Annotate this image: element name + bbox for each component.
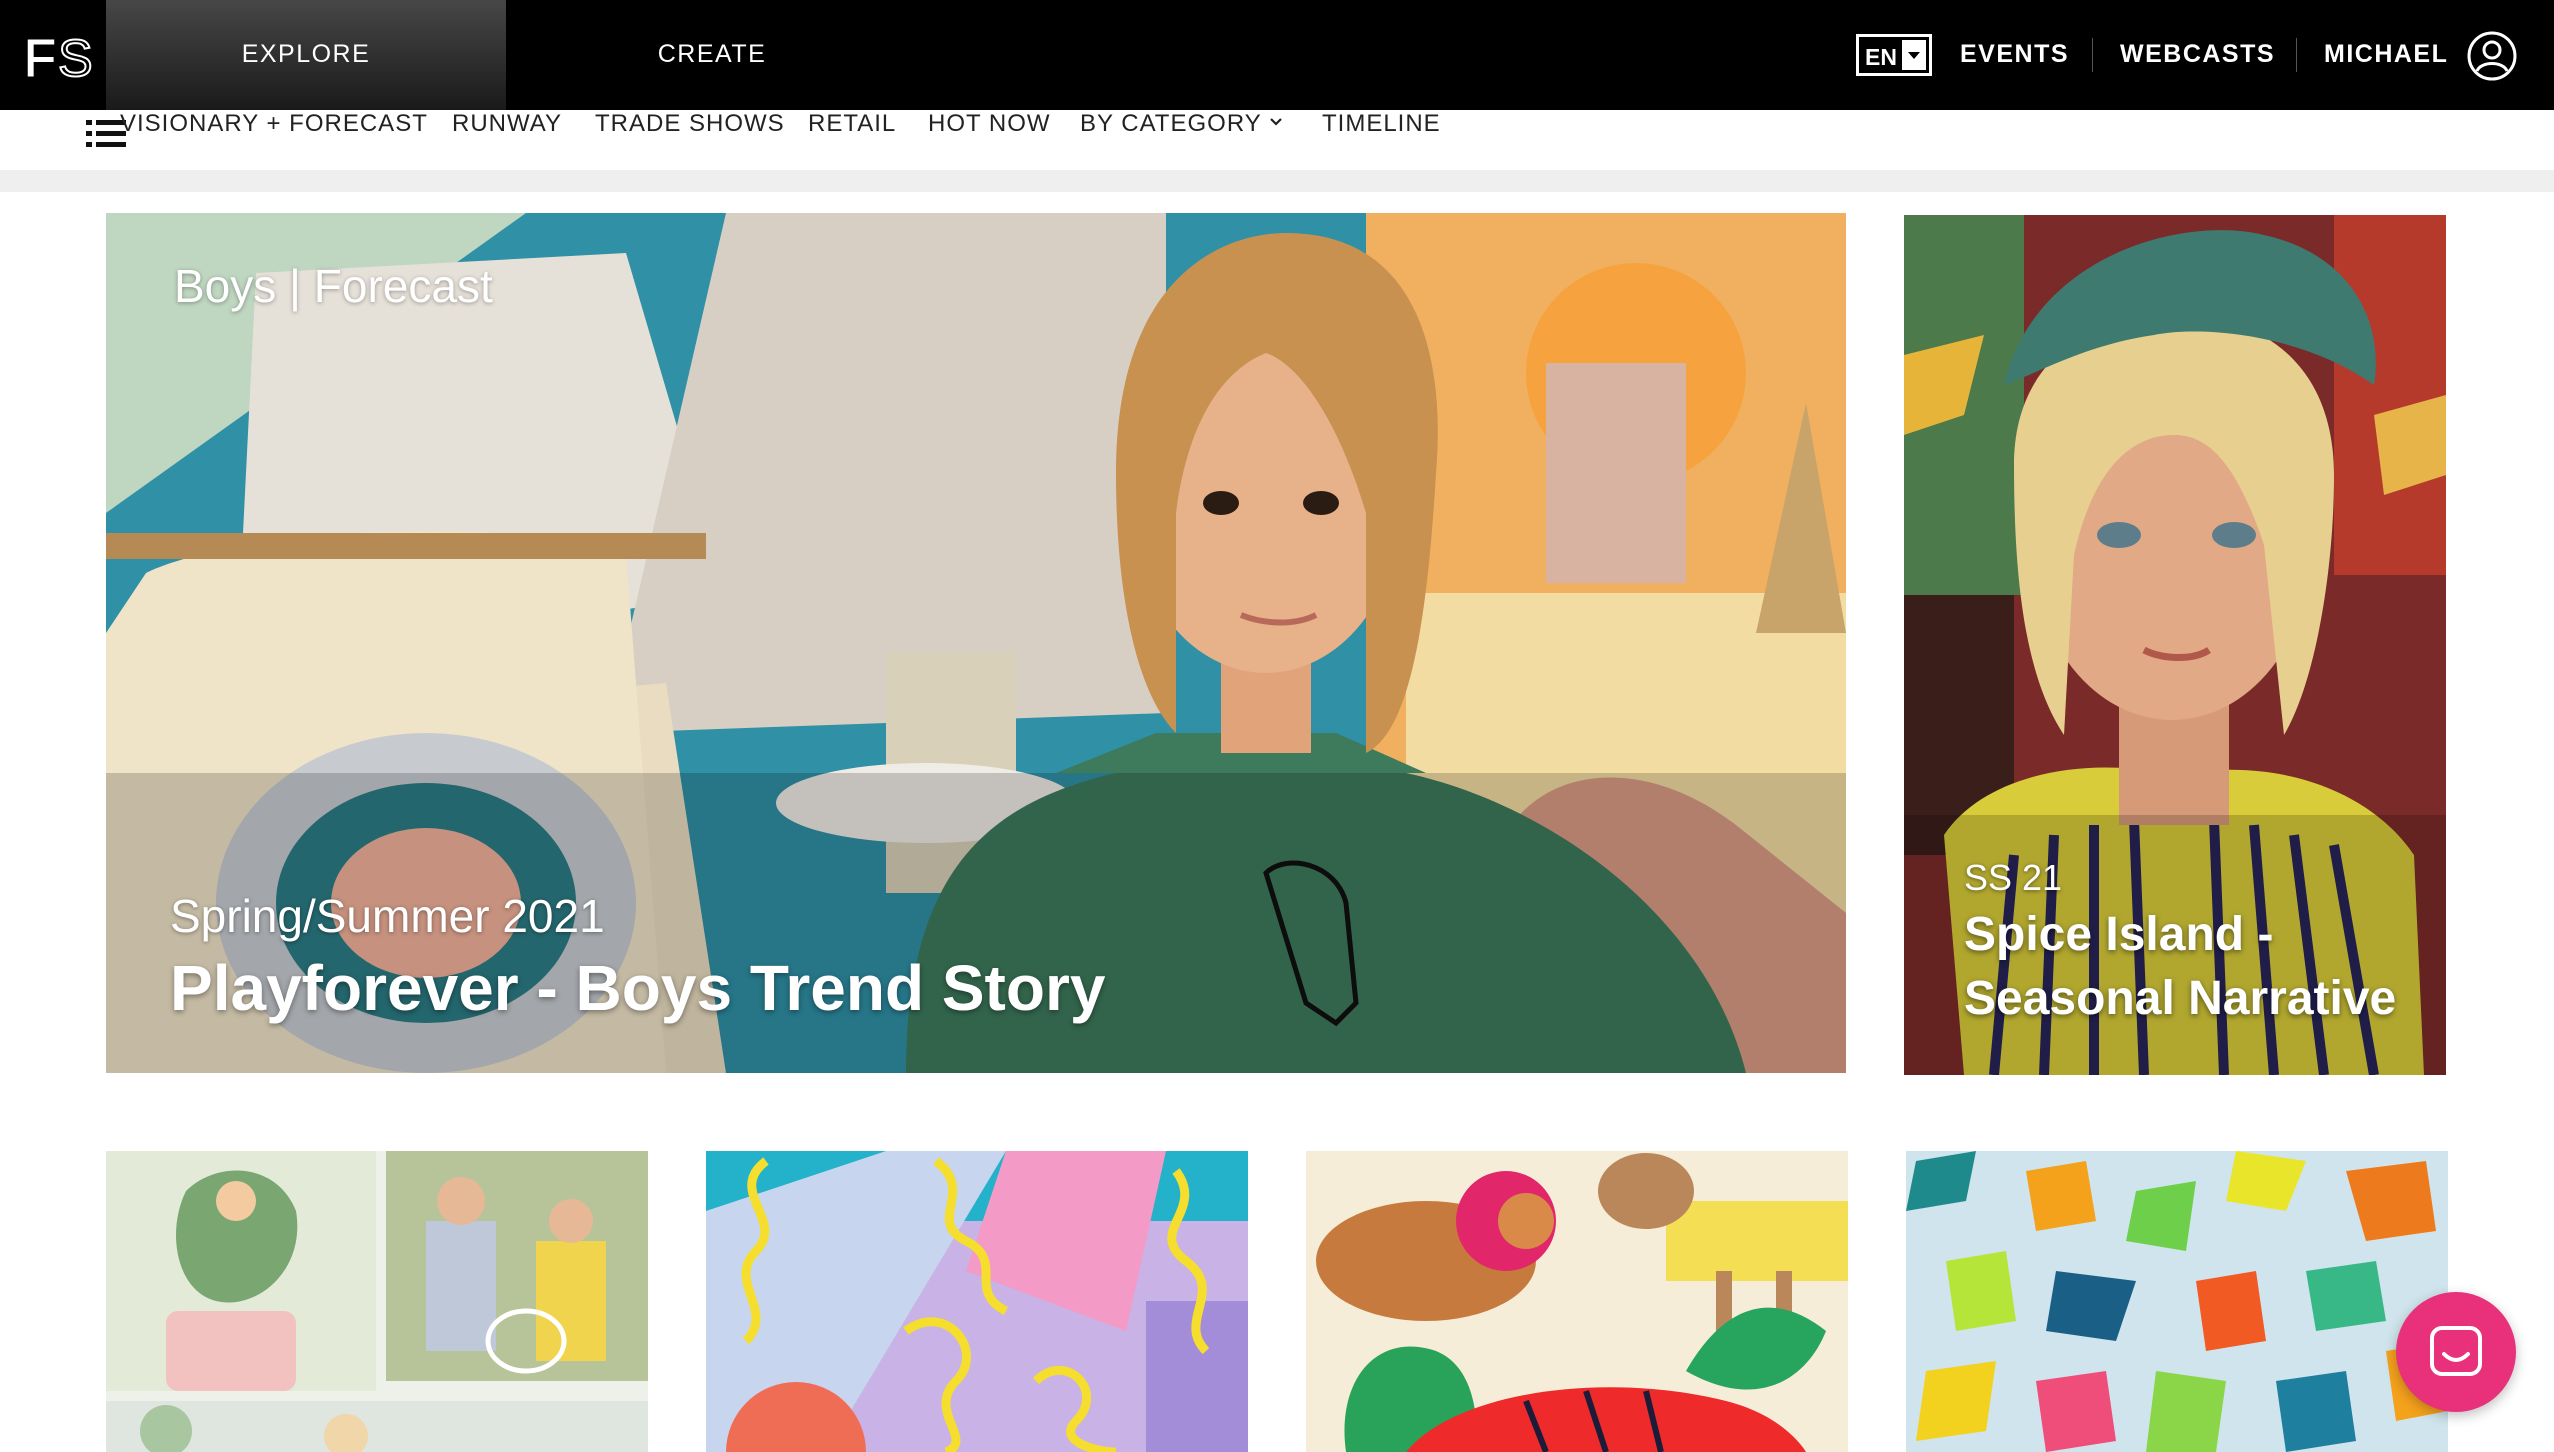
hero-title[interactable]: Playforever - Boys Trend Story <box>170 951 1105 1025</box>
nav-create[interactable]: CREATE <box>562 40 862 69</box>
nav-divider <box>2296 38 2297 72</box>
brand-logo[interactable]: F S <box>24 28 104 84</box>
user-menu[interactable]: MICHAEL <box>2324 40 2448 69</box>
nav-webcasts[interactable]: WEBCASTS <box>2120 40 2275 69</box>
story-tile-image <box>1906 1151 2448 1452</box>
subnav-retail[interactable]: RETAIL <box>808 110 896 138</box>
story-tile-easter[interactable] <box>106 1151 648 1452</box>
nav-explore-label: EXPLORE <box>241 40 371 68</box>
hero-season-label: Spring/Summer 2021 <box>170 890 605 942</box>
subnav-runway[interactable]: RUNWAY <box>452 110 562 138</box>
chat-bubble-icon <box>2430 1326 2482 1376</box>
story-tile-animal-print[interactable] <box>1306 1151 1848 1452</box>
top-navigation-bar: F S EXPLORE CREATE EN EVENTS WEBCASTS MI… <box>0 0 2554 122</box>
chat-launcher-button[interactable] <box>2396 1292 2516 1412</box>
nav-divider <box>2092 38 2093 72</box>
subnav-visionary-forecast[interactable]: VISIONARY + FORECAST <box>120 110 428 138</box>
subnav-hot-now[interactable]: HOT NOW <box>928 110 1051 138</box>
subnav-trade-shows[interactable]: TRADE SHOWS <box>595 110 785 138</box>
side-season-label: SS 21 <box>1964 857 2063 898</box>
hero-category-label: Boys | Forecast <box>174 260 493 312</box>
story-tile-image <box>706 1151 1248 1452</box>
svg-text:F: F <box>24 30 56 84</box>
section-divider-band <box>0 170 2554 192</box>
story-tile-image <box>1306 1151 1848 1452</box>
story-tile-terrazzo-print[interactable] <box>1906 1151 2448 1452</box>
subnav-timeline[interactable]: TIMELINE <box>1322 110 1441 138</box>
user-circle-icon[interactable] <box>2466 30 2518 82</box>
story-tile-squiggle-print[interactable] <box>706 1151 1248 1452</box>
language-value: EN <box>1865 44 1897 70</box>
svg-text:S: S <box>58 30 93 84</box>
chevron-down-icon <box>1902 40 1926 70</box>
hero-image <box>106 213 1846 1073</box>
hero-feature-card[interactable]: Boys | Forecast Spring/Summer 2021 Playf… <box>106 213 1846 1073</box>
side-feature-title[interactable]: Spice Island - Seasonal Narrative <box>1964 903 2434 1031</box>
story-tile-image <box>106 1151 648 1452</box>
subnav-by-category[interactable]: BY CATEGORY <box>1080 110 1262 138</box>
chevron-down-icon <box>1270 118 1282 126</box>
side-feature-card[interactable]: SS 21 Spice Island - Seasonal Narrative <box>1904 215 2446 1075</box>
nav-events[interactable]: EVENTS <box>1960 40 2069 69</box>
nav-explore[interactable]: EXPLORE <box>106 0 506 122</box>
language-select[interactable]: EN <box>1856 34 1932 76</box>
